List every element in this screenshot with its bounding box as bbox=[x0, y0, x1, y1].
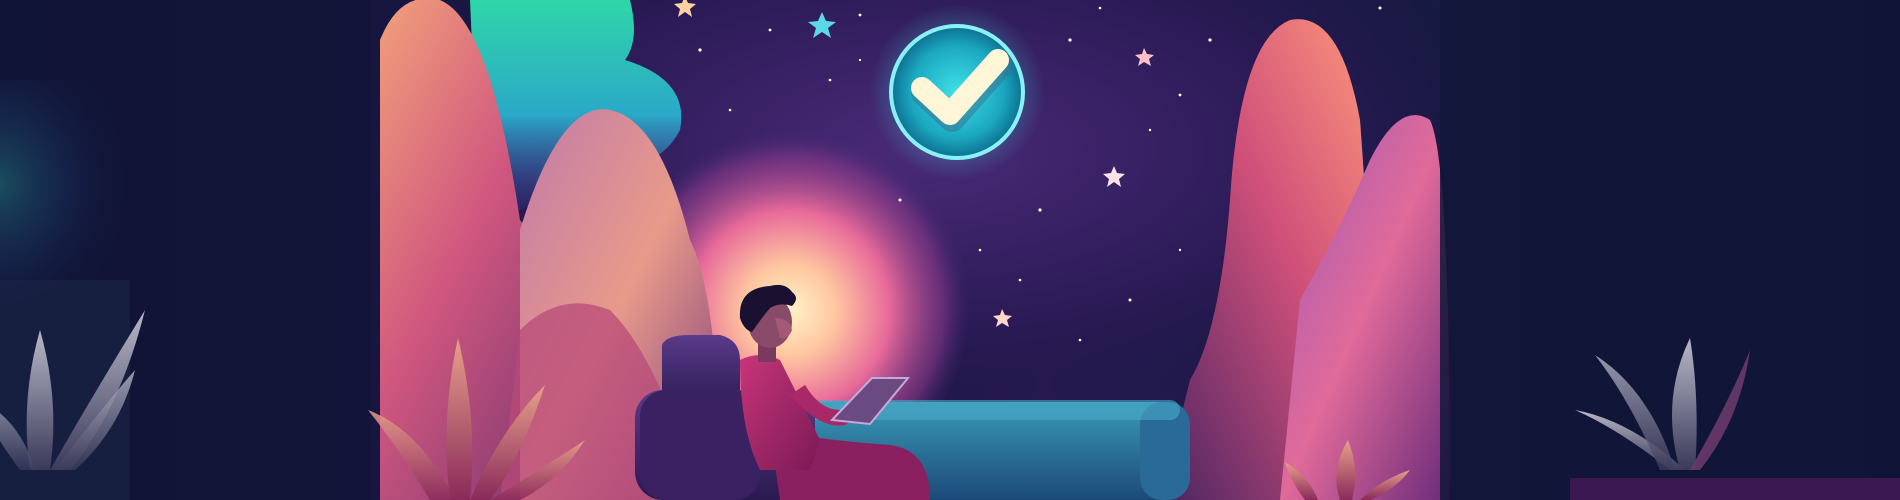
scene-canvas bbox=[0, 0, 1900, 500]
hero-illustration bbox=[0, 0, 1900, 500]
right-dark-panel bbox=[1440, 0, 1900, 500]
right-floor bbox=[1570, 478, 1900, 500]
check-badge-icon bbox=[869, 4, 1045, 180]
